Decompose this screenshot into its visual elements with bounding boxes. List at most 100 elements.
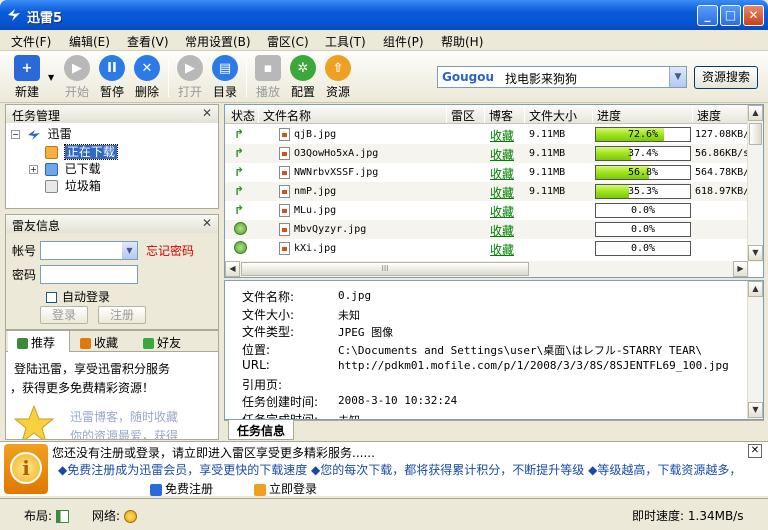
collapse-icon[interactable]: − [11, 130, 20, 139]
scroll-up-icon[interactable]: ▲ [748, 105, 763, 121]
col-progress[interactable]: 进度 [597, 107, 621, 124]
close-button[interactable]: ✕ [743, 5, 764, 26]
col-speed[interactable]: 速度 [697, 107, 721, 124]
table-row[interactable]: ↱ qjB.jpg 收藏 9.11MB 72.6% 127.08KB/s [225, 125, 755, 144]
menu-common-settings[interactable]: 常用设置(B) [185, 33, 251, 50]
tab-favorites[interactable]: 收藏 [80, 334, 118, 351]
layout-icon[interactable] [56, 510, 70, 523]
search-dropdown-icon[interactable]: ▼ [669, 67, 686, 87]
table-row[interactable]: ↱ NWNrbvXSSF.jpg 收藏 9.11MB 56.8% 564.78KB/s [225, 163, 755, 182]
scroll-down-icon[interactable]: ▼ [748, 245, 763, 261]
tab-friends[interactable]: 好友 [143, 334, 181, 351]
blog-favorite-link[interactable]: 收藏 [490, 222, 514, 239]
task-panel-close-icon[interactable]: ✕ [202, 106, 212, 120]
login-button[interactable]: 登录 [40, 306, 88, 324]
account-dropdown-icon[interactable]: ▼ [122, 242, 137, 259]
menu-help[interactable]: 帮助(H) [441, 33, 483, 50]
config-button[interactable]: ✲ 配置 [285, 53, 321, 100]
layout-label[interactable]: 布局: [24, 507, 70, 524]
detail-label: 文件名称: [242, 290, 295, 304]
pause-button[interactable]: II 暂停 [94, 53, 130, 100]
auto-login-checkbox[interactable]: 自动登录 [46, 288, 110, 305]
menu-tools[interactable]: 工具(T) [325, 33, 366, 50]
register-button[interactable]: 注册 [98, 306, 146, 324]
column-divider[interactable] [258, 106, 259, 123]
column-divider[interactable] [484, 106, 485, 123]
blog-favorite-link[interactable]: 收藏 [490, 203, 514, 220]
scroll-thumb[interactable] [749, 123, 762, 145]
blog-favorite-link[interactable]: 收藏 [490, 241, 514, 258]
blog-favorite-link[interactable]: 收藏 [490, 184, 514, 201]
play-button[interactable]: ▪ 播放 [250, 53, 286, 100]
tree-item-downloaded[interactable]: + 已下载 [29, 160, 101, 177]
table-row[interactable]: ↱ O3QowHo5xA.jpg 收藏 9.11MB 37.4% 56.86KB/s [225, 144, 749, 163]
tree-item-downloading[interactable]: 正在下载 [45, 143, 118, 160]
file-name: kXi.jpg [294, 243, 337, 254]
scroll-down-icon[interactable]: ▼ [748, 402, 763, 418]
new-dropdown-icon[interactable]: ▼ [48, 73, 54, 82]
scroll-up-icon[interactable]: ▲ [748, 281, 763, 297]
blog-favorite-link[interactable]: 收藏 [490, 165, 514, 182]
menu-leiqu[interactable]: 雷区(C) [267, 33, 309, 50]
notice-close-icon[interactable]: ✕ [748, 444, 762, 458]
scroll-thumb[interactable]: III [241, 262, 529, 276]
password-field[interactable] [40, 265, 138, 284]
account-field[interactable]: ▼ [40, 241, 138, 260]
table-row[interactable]: MbvQyzyr.jpg 收藏 0.0% [225, 220, 749, 239]
resources-button[interactable]: ⇧ 资源 [320, 53, 356, 100]
tree-item-trash[interactable]: 垃圾箱 [45, 177, 101, 194]
scroll-left-icon[interactable]: ◀ [225, 261, 240, 277]
checkbox-icon[interactable] [46, 292, 57, 303]
col-status[interactable]: 状态 [231, 107, 255, 124]
scroll-right-icon[interactable]: ▶ [733, 261, 748, 277]
account-panel-close-icon[interactable]: ✕ [202, 216, 212, 230]
table-row[interactable]: kXi.jpg 收藏 0.0% [225, 239, 749, 258]
resource-search-button[interactable]: 资源搜索 [694, 66, 758, 89]
col-leiqu[interactable]: 雷区 [451, 107, 475, 124]
column-divider[interactable] [692, 106, 693, 123]
downloading-status-icon: ↱ [234, 203, 245, 217]
title-bar[interactable]: 迅雷5 _ □ ✕ [0, 0, 768, 30]
arrow-icon [150, 483, 162, 496]
list-horizontal-scrollbar[interactable]: ◀ III ▶ [225, 261, 749, 277]
maximize-button[interactable]: □ [720, 5, 741, 26]
col-filename[interactable]: 文件名称 [263, 107, 311, 124]
thunder-logo-icon [8, 9, 20, 21]
open-button[interactable]: ▶ 打开 [172, 53, 208, 100]
details-scrollbar[interactable]: ▲ ▼ [747, 281, 763, 419]
progress-bar: 35.3% [595, 184, 691, 199]
minimize-button[interactable]: _ [697, 5, 718, 26]
menu-view[interactable]: 查看(V) [127, 33, 169, 50]
table-row[interactable]: ↱ nmP.jpg 收藏 9.11MB 35.3% 618.97KB/s [225, 182, 755, 201]
column-divider[interactable] [446, 106, 447, 123]
col-blog[interactable]: 博客 [489, 107, 513, 124]
col-size[interactable]: 文件大小 [529, 107, 577, 124]
table-row[interactable]: ↱ MLu.jpg 收藏 0.0% [225, 201, 749, 220]
forgot-password-link[interactable]: 忘记密码 [146, 242, 194, 259]
tree-root[interactable]: − 迅雷 [11, 125, 72, 142]
directory-button[interactable]: ▤ 目录 [207, 53, 243, 100]
delete-button[interactable]: ✕ 删除 [129, 53, 165, 100]
new-task-icon: + [14, 55, 40, 81]
blog-favorite-link[interactable]: 收藏 [490, 127, 514, 144]
menu-edit[interactable]: 编辑(E) [69, 33, 110, 50]
blog-favorite-link[interactable]: 收藏 [490, 146, 514, 163]
free-register-link[interactable]: 免费注册 [150, 480, 213, 497]
instant-speed: 即时速度: 1.34MB/s [632, 509, 744, 523]
search-input[interactable]: Gougou 找电影来狗狗 ▼ [437, 66, 687, 88]
tab-recommend[interactable]: 推荐 [17, 334, 55, 351]
menu-file[interactable]: 文件(F) [11, 33, 51, 50]
menu-components[interactable]: 组件(P) [383, 33, 424, 50]
tab-task-info[interactable]: 任务信息 [228, 420, 295, 440]
detail-value: JPEG 图像 [338, 326, 394, 339]
network-status-icon[interactable] [124, 510, 138, 523]
detail-label: 文件大小: [242, 307, 295, 322]
start-button[interactable]: ▶ 开始 [59, 53, 95, 100]
new-button[interactable]: + 新建 [9, 53, 45, 100]
list-vertical-scrollbar[interactable]: ▲ ▼ [747, 105, 763, 262]
expand-icon[interactable]: + [29, 165, 38, 174]
column-divider[interactable] [524, 106, 525, 123]
column-divider[interactable] [592, 106, 593, 123]
detail-label: 引用页: [242, 377, 283, 392]
login-now-link[interactable]: 立即登录 [254, 480, 317, 497]
